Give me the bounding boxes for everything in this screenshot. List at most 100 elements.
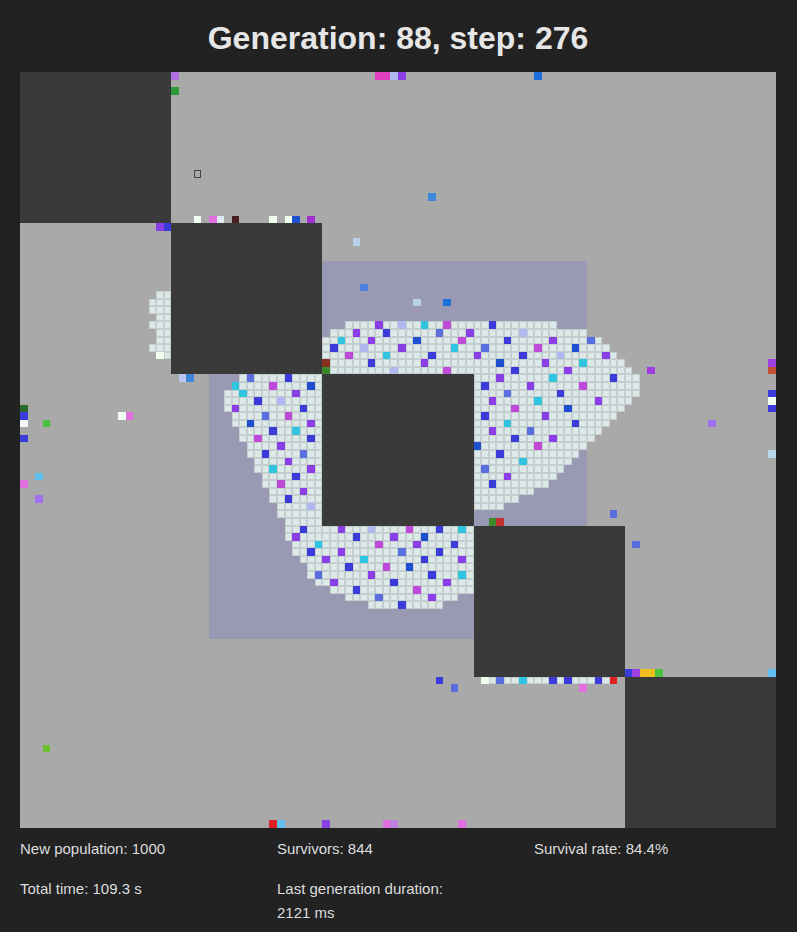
creature (232, 397, 240, 405)
creature (406, 533, 414, 541)
creature (481, 465, 489, 473)
creature (277, 412, 285, 420)
selection-marker[interactable] (194, 170, 202, 178)
creature (534, 390, 542, 398)
creature (156, 352, 164, 360)
creature (360, 571, 368, 579)
creature (504, 420, 512, 428)
creature (466, 548, 474, 556)
creature (269, 420, 277, 428)
creature (413, 337, 421, 345)
creature (224, 397, 232, 405)
creature (428, 571, 436, 579)
creature (315, 526, 323, 534)
creature (564, 450, 572, 458)
creature (519, 352, 527, 360)
creature (262, 458, 270, 466)
creature (474, 458, 482, 466)
creature (345, 329, 353, 337)
creature (534, 465, 542, 473)
creature (262, 382, 270, 390)
creature (315, 533, 323, 541)
creature (564, 367, 572, 375)
creature (300, 412, 308, 420)
creature (496, 488, 504, 496)
creature (406, 526, 414, 534)
creature (360, 548, 368, 556)
creature (564, 435, 572, 443)
creature (481, 480, 489, 488)
creature (542, 465, 550, 473)
creature (345, 344, 353, 352)
creature (353, 321, 361, 329)
creature (345, 548, 353, 556)
creature (511, 480, 519, 488)
creature (156, 223, 164, 231)
creature (610, 405, 618, 413)
creature (300, 480, 308, 488)
creature (504, 405, 512, 413)
creature (602, 405, 610, 413)
creature (602, 390, 610, 398)
creature (292, 382, 300, 390)
creature (164, 223, 172, 231)
creature (549, 465, 557, 473)
creature (292, 465, 300, 473)
creature (579, 367, 587, 375)
creature (254, 465, 262, 473)
creature (564, 677, 572, 685)
creature (368, 586, 376, 594)
creature (315, 382, 323, 390)
creature (398, 571, 406, 579)
creature (360, 321, 368, 329)
creature (428, 586, 436, 594)
creature (595, 344, 603, 352)
creature (511, 382, 519, 390)
creature (315, 435, 323, 443)
creature (632, 669, 640, 677)
creature (496, 518, 504, 526)
creature (542, 352, 550, 360)
creature (428, 321, 436, 329)
creature (285, 458, 293, 466)
creature (443, 329, 451, 337)
creature (511, 344, 519, 352)
creature (239, 382, 247, 390)
creature (519, 390, 527, 398)
creature (579, 329, 587, 337)
creature (285, 420, 293, 428)
creature (534, 321, 542, 329)
creature (481, 329, 489, 337)
creature (572, 329, 580, 337)
creature (579, 412, 587, 420)
creature (156, 314, 164, 322)
creature (398, 329, 406, 337)
creature (527, 329, 535, 337)
creature (534, 405, 542, 413)
creature (496, 344, 504, 352)
creature (617, 405, 625, 413)
creature (511, 442, 519, 450)
creature (307, 435, 315, 443)
creature (549, 359, 557, 367)
creature (322, 533, 330, 541)
creature (595, 352, 603, 360)
creature (504, 465, 512, 473)
creature (489, 390, 497, 398)
creature (300, 518, 308, 526)
creature (315, 480, 323, 488)
creature (534, 435, 542, 443)
creature (768, 405, 776, 413)
creature (610, 677, 618, 685)
creature (511, 450, 519, 458)
creature (579, 435, 587, 443)
creature (338, 329, 346, 337)
stat: Survivors: 844 (277, 837, 534, 861)
creature (390, 367, 398, 375)
creature (375, 344, 383, 352)
creature (458, 337, 466, 345)
creature (292, 450, 300, 458)
creature (149, 306, 157, 314)
creature (549, 427, 557, 435)
creature (587, 420, 595, 428)
